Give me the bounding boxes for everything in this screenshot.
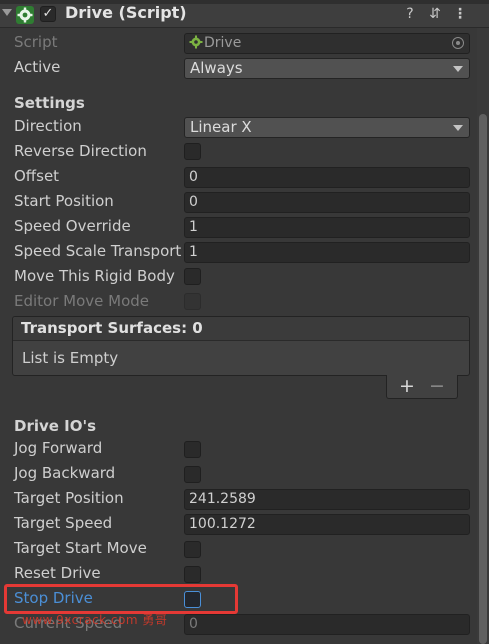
speed-override-field[interactable]: 1 <box>184 217 470 238</box>
direction-label: Direction <box>14 117 82 135</box>
foldout-arrow-icon[interactable] <box>2 9 12 16</box>
move-rigid-body-label: Move This Rigid Body <box>14 267 175 285</box>
target-position-field[interactable]: 241.2589 <box>184 489 470 510</box>
target-start-move-checkbox[interactable] <box>184 541 201 558</box>
target-position-label: Target Position <box>14 489 124 507</box>
add-element-button[interactable]: + <box>399 375 415 397</box>
target-start-move-label: Target Start Move <box>14 539 147 557</box>
watermark-text: www.9xcrack.com 勇哥 <box>22 613 168 627</box>
jog-forward-label: Jog Forward <box>14 439 103 457</box>
active-dropdown[interactable]: Always <box>184 58 470 79</box>
target-speed-label: Target Speed <box>14 514 113 532</box>
jog-backward-checkbox[interactable] <box>184 466 201 483</box>
target-speed-field[interactable]: 100.1272 <box>184 514 470 535</box>
direction-dropdown-value: Linear X <box>190 118 252 136</box>
component-title: Drive (Script) <box>65 3 187 22</box>
drive-io-heading: Drive IO's <box>14 417 97 435</box>
speed-scale-transport-label: Speed Scale Transport <box>14 242 182 260</box>
editor-move-mode-label: Editor Move Mode <box>14 292 150 310</box>
gear-script-icon <box>16 6 34 24</box>
script-value: Drive <box>204 35 242 51</box>
start-position-field[interactable]: 0 <box>184 192 470 213</box>
vertical-scrollbar[interactable] <box>477 28 489 644</box>
component-header: ✓ Drive (Script) ? ⇵ ⋮ <box>0 0 489 28</box>
speed-scale-transport-field[interactable]: 1 <box>184 242 470 263</box>
jog-forward-checkbox[interactable] <box>184 441 201 458</box>
scrollbar-thumb[interactable] <box>479 114 487 644</box>
reset-drive-label: Reset Drive <box>14 564 101 582</box>
list-footer: + − <box>386 375 458 399</box>
speed-override-label: Speed Override <box>14 217 131 235</box>
transport-surfaces-list: Transport Surfaces: 0 List is Empty <box>12 316 470 376</box>
presets-icon[interactable]: ⇵ <box>427 5 443 23</box>
reverse-direction-label: Reverse Direction <box>14 142 147 160</box>
dropdown-caret-icon <box>453 66 463 72</box>
current-speed-field: 0 <box>184 614 470 635</box>
script-label: Script <box>14 33 58 51</box>
settings-heading: Settings <box>14 94 85 112</box>
active-dropdown-value: Always <box>190 59 243 77</box>
list-empty-text: List is Empty <box>22 349 119 367</box>
move-rigid-body-checkbox[interactable] <box>184 268 201 285</box>
start-position-label: Start Position <box>14 192 114 210</box>
direction-dropdown[interactable]: Linear X <box>184 117 470 138</box>
object-picker-icon[interactable] <box>452 37 464 49</box>
offset-label: Offset <box>14 167 60 185</box>
context-menu-icon[interactable]: ⋮ <box>452 5 468 23</box>
remove-element-button[interactable]: − <box>429 375 445 397</box>
dropdown-caret-icon <box>453 125 463 131</box>
script-object-field[interactable]: Drive <box>184 33 470 54</box>
offset-field[interactable]: 0 <box>184 167 470 188</box>
component-enabled-checkbox[interactable]: ✓ <box>40 6 56 22</box>
editor-move-mode-checkbox <box>184 293 201 310</box>
reverse-direction-checkbox[interactable] <box>184 143 201 160</box>
reset-drive-checkbox[interactable] <box>184 566 201 583</box>
help-icon[interactable]: ? <box>402 5 418 23</box>
transport-surfaces-header[interactable]: Transport Surfaces: 0 <box>13 317 469 341</box>
jog-backward-label: Jog Backward <box>14 464 116 482</box>
annotation-highlight-box <box>4 584 238 614</box>
script-gear-icon <box>189 35 203 49</box>
transport-surfaces-title: Transport Surfaces: 0 <box>21 319 203 337</box>
active-label: Active <box>14 58 61 76</box>
